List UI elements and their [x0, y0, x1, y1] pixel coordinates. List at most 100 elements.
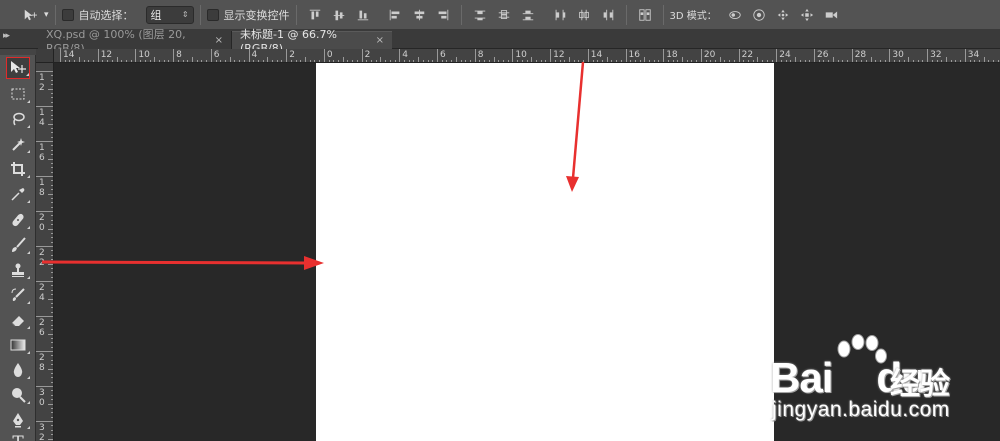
pen-tool[interactable] — [6, 409, 30, 431]
align-vcenter-icon[interactable] — [330, 6, 348, 24]
distribute-left-icon[interactable] — [551, 6, 569, 24]
tab-untitled-1[interactable]: 未标题-1 @ 66.7%(RGB/8) × — [232, 28, 392, 55]
close-icon[interactable]: × — [376, 35, 384, 46]
ruler-number: 14 — [590, 50, 603, 60]
ruler-number: 0 — [326, 50, 333, 60]
3d-slide-icon[interactable] — [798, 6, 816, 24]
ruler-number: 10 — [138, 50, 150, 60]
align-bottom-icon[interactable] — [354, 6, 372, 24]
ruler-major-tick — [399, 49, 401, 62]
healing-brush-tool[interactable] — [6, 209, 30, 231]
toolbox: T — [0, 49, 36, 441]
distribute-right-icon[interactable] — [599, 6, 617, 24]
align-top-icon[interactable] — [306, 6, 324, 24]
ruler-number: 12 — [553, 50, 565, 60]
blur-tool[interactable] — [6, 359, 30, 381]
ruler-major-tick — [512, 49, 514, 62]
ruler-number: 8 — [39, 188, 45, 198]
ruler-major-tick — [323, 49, 325, 62]
ruler-major-tick — [60, 49, 61, 62]
ruler-number: 12 — [100, 50, 113, 60]
ruler-number: 2 — [39, 258, 45, 268]
ruler-major-tick — [814, 49, 815, 62]
distribute-hcenter-icon[interactable] — [575, 6, 593, 24]
ruler-major-tick — [36, 421, 53, 422]
crop-tool[interactable] — [6, 158, 30, 180]
ruler-major-tick — [135, 49, 137, 62]
baidu-jingyan-watermark: Bai du 经验 jingyan.baidu.com — [762, 334, 1000, 441]
3d-pan-icon[interactable] — [774, 6, 792, 24]
ruler-major-tick — [36, 211, 53, 212]
3d-rotate-icon[interactable] — [726, 6, 744, 24]
align-left-icon[interactable] — [386, 6, 404, 24]
eyedropper-tool[interactable] — [6, 183, 30, 205]
history-brush-tool[interactable] — [6, 284, 30, 306]
ruler-major-tick — [36, 106, 53, 107]
vertical-ruler[interactable]: 1214161820222426283032 — [36, 63, 54, 441]
show-transform-checkbox[interactable] — [206, 8, 219, 21]
brush-icon — [12, 237, 26, 252]
align-right-icon[interactable] — [434, 6, 452, 24]
ruler-number: 2 — [289, 50, 295, 60]
dodge-tool[interactable] — [6, 384, 30, 406]
clone-stamp-tool[interactable] — [6, 259, 30, 281]
move-tool[interactable] — [6, 57, 30, 79]
auto-select-dropdown[interactable]: 组 ⇕ — [145, 5, 194, 24]
ruler-number: 16 — [628, 50, 640, 60]
auto-align-layers-icon[interactable] — [636, 6, 654, 24]
divider — [625, 4, 627, 25]
ruler-number: 2 — [39, 213, 45, 223]
ruler-number: 2 — [39, 353, 45, 363]
ruler-number: 0 — [39, 398, 45, 408]
ruler-number: 3 — [39, 423, 45, 433]
ruler-major-tick — [550, 49, 552, 62]
ruler-number: 2 — [39, 318, 45, 328]
brush-tool[interactable] — [6, 234, 30, 256]
type-tool[interactable]: T — [6, 432, 30, 441]
distribute-vcenter-icon[interactable] — [495, 6, 513, 24]
horizontal-ruler[interactable]: 14 12 10 8 6 4 2 0 2 4 6 8 10 12 14 16 18 20 22 24 26 28 30 32 3… — [54, 49, 1000, 63]
quick-select-tool[interactable] — [6, 133, 30, 155]
document-canvas[interactable] — [316, 63, 774, 441]
lasso-tool[interactable] — [6, 108, 30, 130]
ruler-number: 2 — [39, 433, 45, 441]
3d-roll-icon[interactable] — [750, 6, 768, 24]
3d-scale-icon[interactable] — [822, 6, 840, 24]
ruler-major-tick — [700, 49, 702, 62]
tool-preset-picker[interactable]: ▾ — [18, 0, 49, 30]
show-transform-label: 显示变换控件 — [223, 8, 290, 22]
ruler-number: 8 — [477, 50, 484, 60]
watermark-url: jingyan.baidu.com — [772, 398, 950, 421]
ruler-number: 1 — [39, 178, 45, 188]
ruler-major-tick — [36, 176, 53, 177]
ruler-major-tick — [738, 49, 740, 62]
marquee-tool[interactable] — [6, 83, 30, 105]
distribute-bottom-icon[interactable] — [519, 6, 537, 24]
distribute-buttons — [468, 0, 620, 30]
ruler-number: 8 — [39, 363, 45, 373]
3d-mode-group: 3D 模式： — [670, 0, 843, 30]
align-hcenter-icon[interactable] — [410, 6, 428, 24]
auto-select-checkbox[interactable] — [61, 8, 74, 21]
ruler-number: 1 — [39, 108, 45, 118]
ruler-number: 30 — [892, 50, 904, 60]
tab-xq-psd[interactable]: XQ.psd @ 100% (图层 20, RGB/8) × — [38, 28, 232, 55]
distribute-top-icon[interactable] — [471, 6, 489, 24]
history-brush-icon — [11, 288, 25, 301]
ruler-major-tick — [587, 49, 589, 62]
ruler-origin[interactable] — [36, 49, 54, 63]
ruler-number: 4 — [39, 293, 45, 303]
ruler-number: 2 — [39, 283, 45, 293]
ruler-number: 1 — [39, 143, 45, 153]
double-chevron-icon[interactable]: ▸▸ — [3, 31, 10, 41]
eraser-tool[interactable] — [6, 309, 30, 331]
gradient-icon — [10, 339, 26, 351]
eyedropper-icon — [11, 188, 25, 201]
lasso-icon — [13, 112, 25, 126]
close-icon[interactable]: × — [215, 35, 223, 46]
ruler-number: 6 — [39, 328, 45, 338]
toolbox-grip[interactable] — [0, 49, 36, 55]
gradient-tool[interactable] — [6, 334, 30, 356]
pen-icon — [13, 413, 23, 428]
ruler-number: 4 — [402, 50, 409, 60]
